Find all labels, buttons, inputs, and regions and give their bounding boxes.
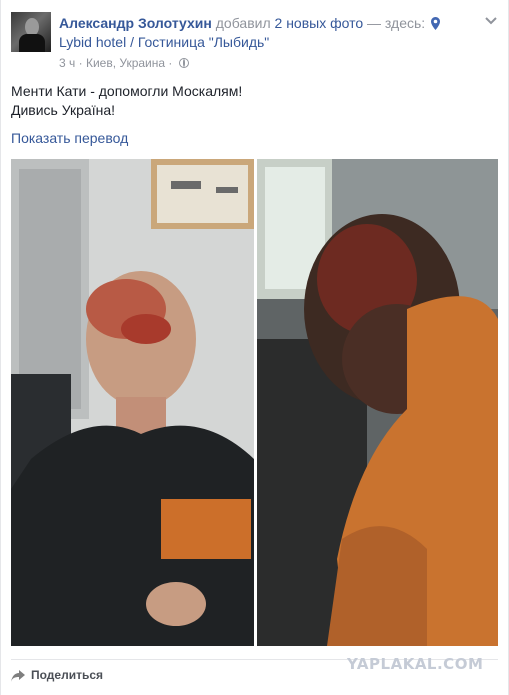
location-link[interactable]: Lybid hotel / Гостиница "Лыбидь" bbox=[59, 33, 269, 51]
action-text: добавил bbox=[215, 15, 271, 31]
chevron-down-icon[interactable] bbox=[484, 14, 498, 28]
author-name[interactable]: Александр Золотухин bbox=[59, 15, 212, 31]
author-avatar[interactable] bbox=[11, 12, 51, 52]
watermark: YAPLAKAL.COM bbox=[347, 655, 484, 673]
location-pin-icon bbox=[431, 16, 441, 34]
share-label: Поделиться bbox=[31, 668, 104, 682]
post-place[interactable]: Киев, Украина bbox=[86, 56, 165, 70]
location-prefix: — здесь: bbox=[367, 15, 426, 31]
photos-link[interactable]: 2 новых фото bbox=[275, 15, 364, 31]
post-time[interactable]: 3 ч bbox=[59, 56, 75, 70]
post-text-line1: Менти Кати - допомогли Москалям! bbox=[11, 83, 243, 99]
meta-separator: · bbox=[168, 56, 173, 70]
avatar-body bbox=[19, 34, 45, 52]
post-text: Менти Кати - допомогли Москалям! Дивись … bbox=[11, 82, 242, 120]
share-button[interactable]: Поделиться bbox=[11, 668, 103, 682]
photo-1[interactable] bbox=[11, 159, 254, 646]
feed-post: Александр Золотухин добавил 2 новых фото… bbox=[0, 0, 509, 695]
globe-icon[interactable] bbox=[178, 58, 189, 68]
photo-2[interactable] bbox=[257, 159, 498, 646]
post-text-line2: Дивись Україна! bbox=[11, 102, 116, 118]
post-header: Александр Золотухин добавил 2 новых фото… bbox=[59, 14, 441, 34]
post-meta: 3 ч · Киев, Украина · bbox=[59, 55, 189, 71]
meta-separator: · bbox=[78, 56, 83, 70]
show-translation-link[interactable]: Показать перевод bbox=[11, 130, 128, 146]
share-icon bbox=[11, 670, 25, 682]
